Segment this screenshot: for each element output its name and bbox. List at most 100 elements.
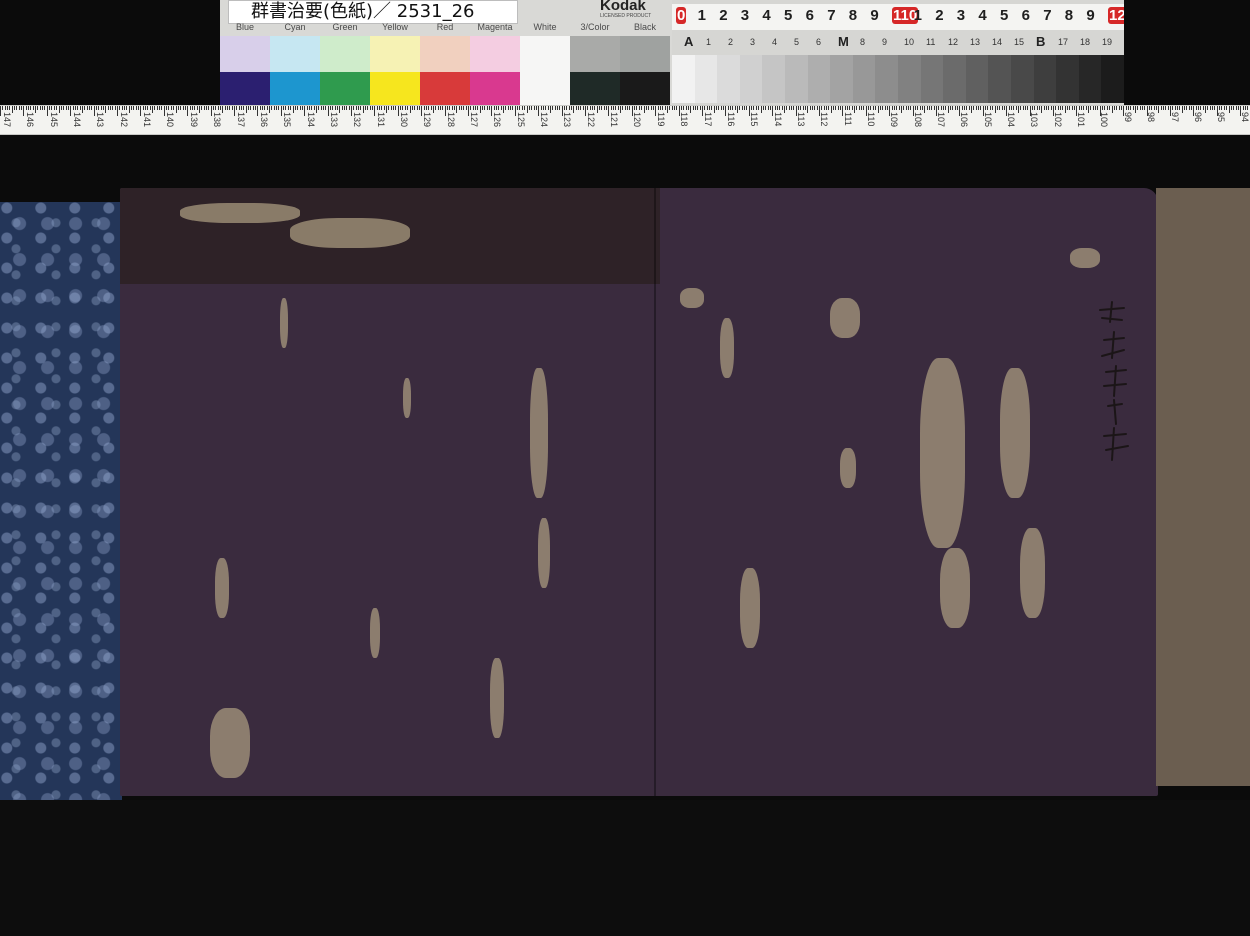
ruler-tick [1212,106,1214,110]
ruler-tick [1172,106,1174,110]
ruler-tick [556,106,558,110]
ruler-tick [1001,106,1003,110]
ruler-number: 125 [515,112,526,128]
grey-patch [830,55,854,103]
ruler-tick [921,106,923,110]
ruler-tick [446,106,448,110]
ruler-tick [950,106,952,110]
ruler-tick [926,106,928,110]
ruler-tick [610,106,612,110]
ruler-tick [142,106,144,110]
ruler-tick [716,106,718,110]
ruler-tick [636,106,638,110]
swatch-light [470,36,520,72]
ruler-tick [102,106,104,110]
ruler-tick [465,106,467,110]
ruler-tick [699,106,701,110]
ruler-tick [650,106,652,110]
ruler-tick [460,106,462,110]
ruler-tick [847,106,849,110]
ruler-tick [4,106,6,110]
ruler-tick [683,106,685,110]
ruler-number: 117 [702,112,713,127]
ruler-tick [65,106,67,110]
ruler-tick [2,106,4,110]
ruler-tick [1074,106,1076,110]
ruler-tick [1048,106,1050,110]
ruler-tick [262,106,264,110]
ruler-tick [723,106,725,110]
ruler-tick [968,106,970,110]
ruler-tick [837,106,839,110]
swatch-name: Red [436,22,454,32]
ruler-tick [334,106,336,110]
ruler-tick [510,106,512,110]
grey-patch [988,55,1012,103]
ruler-tick [56,106,58,110]
ruler-tick [1038,106,1040,110]
ruler-tick [1148,106,1150,110]
ruler-tick [718,106,720,110]
ruler-tick [1160,106,1162,110]
grey-patch [762,55,786,103]
ruler-tick [802,106,804,110]
ruler-tick [762,106,764,110]
ruler-tick [367,106,369,110]
ruler-tick [720,106,722,110]
ruler-tick [1015,106,1017,110]
ruler-tick [484,106,486,110]
ruler-tick [290,106,292,110]
ruler-tick [74,106,76,110]
ruler-tick [947,106,949,113]
grey-patch [785,55,808,103]
ruler-tick [332,106,334,110]
ruler-number: 118 [679,112,690,127]
ruler-tick [732,106,734,110]
grey-ruler-number: 5 [1000,7,1009,24]
ruler-tick [1102,106,1104,110]
ruler-tick [1057,106,1059,110]
ruler-number: 115 [749,112,760,127]
ruler-tick [664,106,666,110]
ruler-number: 126 [492,112,503,128]
ruler-tick [365,106,367,110]
ruler-tick [601,106,603,110]
swatch-name: White [533,22,557,32]
ruler-tick [194,106,196,110]
ruler-tick [208,106,210,110]
ruler-number: 124 [539,112,550,128]
ruler-tick [659,106,661,110]
ruler-tick [184,106,186,110]
ruler-tick [496,106,498,110]
grey-ruler-number: 2 [935,7,944,24]
grey-patch [875,55,899,103]
ruler-tick [1200,106,1202,110]
ruler-number: 147 [2,112,12,128]
ruler-number: 95 [1216,112,1227,123]
ruler-tick [978,106,980,110]
ruler-tick [559,106,561,110]
ruler-tick [938,106,940,110]
ruler-tick [657,106,659,110]
ruler-tick [828,106,830,110]
ruler-tick [1228,106,1230,113]
ruler-tick [1010,106,1012,110]
ruler-number: 104 [1006,112,1017,128]
ruler-tick [870,106,872,110]
ruler-tick [264,106,266,110]
ruler-tick [53,106,55,110]
ruler-tick [138,106,140,110]
ruler-number: 132 [352,112,363,128]
ruler-tick [1034,106,1036,110]
ruler-tick [1184,106,1186,110]
grey-ruler-number: 1 [697,7,706,24]
ruler-tick [404,106,406,110]
ruler-tick [198,106,200,113]
wear-mark [538,518,550,588]
ruler-tick [627,106,629,110]
grey-ruler-number: 0 [676,7,687,24]
ruler-tick [755,106,757,110]
ruler-tick [231,106,233,110]
ruler-tick [545,106,547,110]
ruler-tick [81,106,83,113]
